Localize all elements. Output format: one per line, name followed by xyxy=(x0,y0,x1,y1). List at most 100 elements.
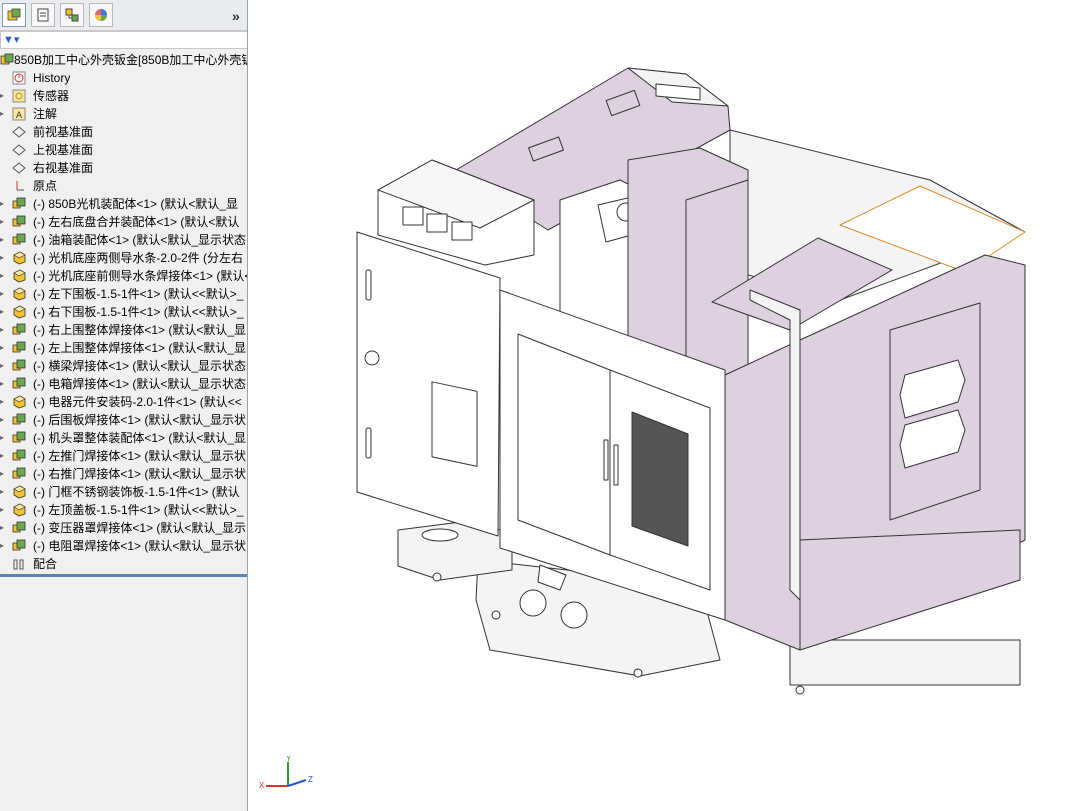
expand-toggle[interactable]: ▸ xyxy=(0,321,6,339)
part-icon xyxy=(13,305,26,319)
tree-item-label: History xyxy=(33,71,71,85)
assembly-icon xyxy=(12,539,26,551)
expand-toggle[interactable]: ▸ xyxy=(0,231,6,249)
tree-item[interactable]: ▸ (-) 变压器罩焊接体<1> (默认<默认_显示 xyxy=(0,519,247,537)
tree-item[interactable]: ▸ (-) 左推门焊接体<1> (默认<默认_显示状 xyxy=(0,447,247,465)
part-icon xyxy=(13,287,26,301)
tree-item[interactable]: ▸ (-) 左上围整体焊接体<1> (默认<默认_显 xyxy=(0,339,247,357)
tree-item-label: (-) 门框不锈钢装饰板-1.5-1件<1> (默认 xyxy=(33,485,240,499)
tree-item-label: (-) 左顶盖板-1.5-1件<1> (默认<<默认>_ xyxy=(33,503,244,517)
tree-item[interactable]: ▸ (-) 电阻罩焊接体<1> (默认<默认_显示状 xyxy=(0,537,247,555)
expand-toggle[interactable]: ▸ xyxy=(0,339,6,357)
tree-item[interactable]: ▸ (-) 油箱装配体<1> (默认<默认_显示状态 xyxy=(0,231,247,249)
expand-toggle[interactable]: ▸ xyxy=(0,465,6,483)
tree-item[interactable]: ▸ (-) 光机底座前侧导水条焊接体<1> (默认< xyxy=(0,267,247,285)
tree-item-label: 前视基准面 xyxy=(33,125,94,139)
tree-item[interactable]: ▸ (-) 光机底座两侧导水条-2.0-2件 (分左右 xyxy=(0,249,247,267)
tree-item[interactable]: 上视基准面 xyxy=(0,141,247,159)
tree-item[interactable]: 原点 xyxy=(0,177,247,195)
tree-item-label: 右视基准面 xyxy=(33,161,94,175)
assembly-icon xyxy=(12,197,26,209)
plane-icon xyxy=(12,144,26,156)
expand-toggle[interactable]: ▸ xyxy=(0,267,6,285)
reference-triad: Y X Z xyxy=(259,756,313,790)
tree-item-label: (-) 电阻罩焊接体<1> (默认<默认_显示状 xyxy=(33,539,247,553)
expand-toggle[interactable]: ▸ xyxy=(0,285,6,303)
tree-item-label: (-) 光机底座两侧导水条-2.0-2件 (分左右 xyxy=(33,251,244,265)
property-icon xyxy=(37,8,49,22)
expand-toggle[interactable]: ▸ xyxy=(0,357,6,375)
expand-toggle[interactable]: ▸ xyxy=(0,537,6,555)
tree-item[interactable]: ▸ 传感器 xyxy=(0,87,247,105)
feature-manager-panel: » ▼▾ 850B加工中心外壳钣金[850B加工中心外壳钣 History ▸ 传感… xyxy=(0,0,248,811)
tree-item[interactable]: History xyxy=(0,69,247,87)
tree-item[interactable]: 右视基准面 xyxy=(0,159,247,177)
feature-manager-tab[interactable] xyxy=(2,3,26,27)
tree-item[interactable]: ▸ A 注解 xyxy=(0,105,247,123)
expand-toggle[interactable]: ▸ xyxy=(0,411,6,429)
svg-text:A: A xyxy=(16,110,22,120)
left-side-panel xyxy=(356,231,501,537)
tree-item[interactable]: ▸ (-) 门框不锈钢装饰板-1.5-1件<1> (默认 xyxy=(0,483,247,501)
tree-item[interactable]: ▸ (-) 右推门焊接体<1> (默认<默认_显示状 xyxy=(0,465,247,483)
tree-item[interactable]: ▸ (-) 右上围整体焊接体<1> (默认<默认_显 xyxy=(0,321,247,339)
expand-toggle[interactable]: ▸ xyxy=(0,483,6,501)
tree-item-label: (-) 左上围整体焊接体<1> (默认<默认_显 xyxy=(33,341,247,355)
tree-item[interactable]: ▸ (-) 后围板焊接体<1> (默认<默认_显示状 xyxy=(0,411,247,429)
triad-z-label: Z xyxy=(308,775,313,784)
tree-item-label: 注解 xyxy=(33,107,58,121)
expand-toggle[interactable]: ▸ xyxy=(0,447,6,465)
tree-item[interactable]: ▸ (-) 机头罩整体装配体<1> (默认<默认_显 xyxy=(0,429,247,447)
tree-item[interactable]: ▸ (-) 电箱焊接体<1> (默认<默认_显示状态 xyxy=(0,375,247,393)
display-manager-tab[interactable] xyxy=(89,3,113,27)
expand-toggle[interactable]: ▸ xyxy=(0,519,6,537)
tree-item-label: (-) 左下围板-1.5-1件<1> (默认<<默认>_ xyxy=(33,287,244,301)
expand-toggle[interactable]: ▸ xyxy=(0,249,6,267)
tree-item[interactable]: ▸ (-) 左下围板-1.5-1件<1> (默认<<默认>_ xyxy=(0,285,247,303)
expand-toggle[interactable]: ▸ xyxy=(0,213,6,231)
property-manager-tab[interactable] xyxy=(31,3,55,27)
door-mesh xyxy=(631,411,689,547)
left-sliding-door xyxy=(517,333,611,556)
feature-tree-icon xyxy=(7,8,21,21)
tree-item[interactable]: ▸ (-) 左顶盖板-1.5-1件<1> (默认<<默认>_ xyxy=(0,501,247,519)
assembly-root-icon xyxy=(0,53,14,65)
tree-item[interactable]: ▸ (-) 横梁焊接体<1> (默认<默认_显示状态 xyxy=(0,357,247,375)
part-icon xyxy=(13,503,26,517)
tree-item-label: 传感器 xyxy=(33,89,70,103)
feature-tree: 850B加工中心外壳钣金[850B加工中心外壳钣 History ▸ 传感器 ▸ A 注解… xyxy=(0,51,247,573)
expand-panel-button[interactable]: » xyxy=(232,8,240,24)
plane-icon xyxy=(12,162,26,174)
graphics-viewport[interactable] xyxy=(248,0,1088,811)
tree-item-label: (-) 右推门焊接体<1> (默认<默认_显示状 xyxy=(33,467,247,481)
tree-item-label: (-) 左推门焊接体<1> (默认<默认_显示状 xyxy=(33,449,247,463)
expand-toggle[interactable]: ▸ xyxy=(0,375,6,393)
tree-item-label: (-) 油箱装配体<1> (默认<默认_显示状态 xyxy=(33,233,247,247)
tree-root-label: 850B加工中心外壳钣金[850B加工中心外壳钣 xyxy=(14,53,248,67)
tree-item[interactable]: ▸ (-) 电器元件安装码-2.0-1件<1> (默认<< xyxy=(0,393,247,411)
expand-toggle[interactable]: ▸ xyxy=(0,393,6,411)
tree-item-label: (-) 横梁焊接体<1> (默认<默认_显示状态 xyxy=(33,359,247,373)
expand-toggle[interactable]: ▸ xyxy=(0,429,6,447)
tree-item[interactable]: 配合 xyxy=(0,555,247,573)
expand-toggle[interactable]: ▸ xyxy=(0,105,6,123)
origin-icon xyxy=(16,181,24,191)
cad-model[interactable] xyxy=(248,0,1088,811)
expand-toggle[interactable]: ▸ xyxy=(0,87,6,105)
display-manager-icon xyxy=(95,9,107,21)
assembly-icon xyxy=(12,431,26,443)
assembly-icon xyxy=(12,215,26,227)
tree-item[interactable]: 前视基准面 xyxy=(0,123,247,141)
tree-item-label: (-) 右上围整体焊接体<1> (默认<默认_显 xyxy=(33,323,247,337)
expand-toggle[interactable]: ▸ xyxy=(0,195,6,213)
configuration-manager-tab[interactable] xyxy=(60,3,84,27)
expand-toggle[interactable]: ▸ xyxy=(0,501,6,519)
tree-item-label: (-) 机头罩整体装配体<1> (默认<默认_显 xyxy=(33,431,247,445)
tree-item[interactable]: ▸ (-) 左右底盘合并装配体<1> (默认<默认 xyxy=(0,213,247,231)
expand-toggle[interactable]: ▸ xyxy=(0,303,6,321)
configuration-icon xyxy=(65,8,79,22)
tree-item[interactable]: ▸ (-) 右下围板-1.5-1件<1> (默认<<默认>_ xyxy=(0,303,247,321)
tree-filter[interactable]: ▼▾ xyxy=(0,31,247,49)
tree-root[interactable]: 850B加工中心外壳钣金[850B加工中心外壳钣 xyxy=(0,51,247,69)
tree-item[interactable]: ▸ (-) 850B光机装配体<1> (默认<默认_显 xyxy=(0,195,247,213)
